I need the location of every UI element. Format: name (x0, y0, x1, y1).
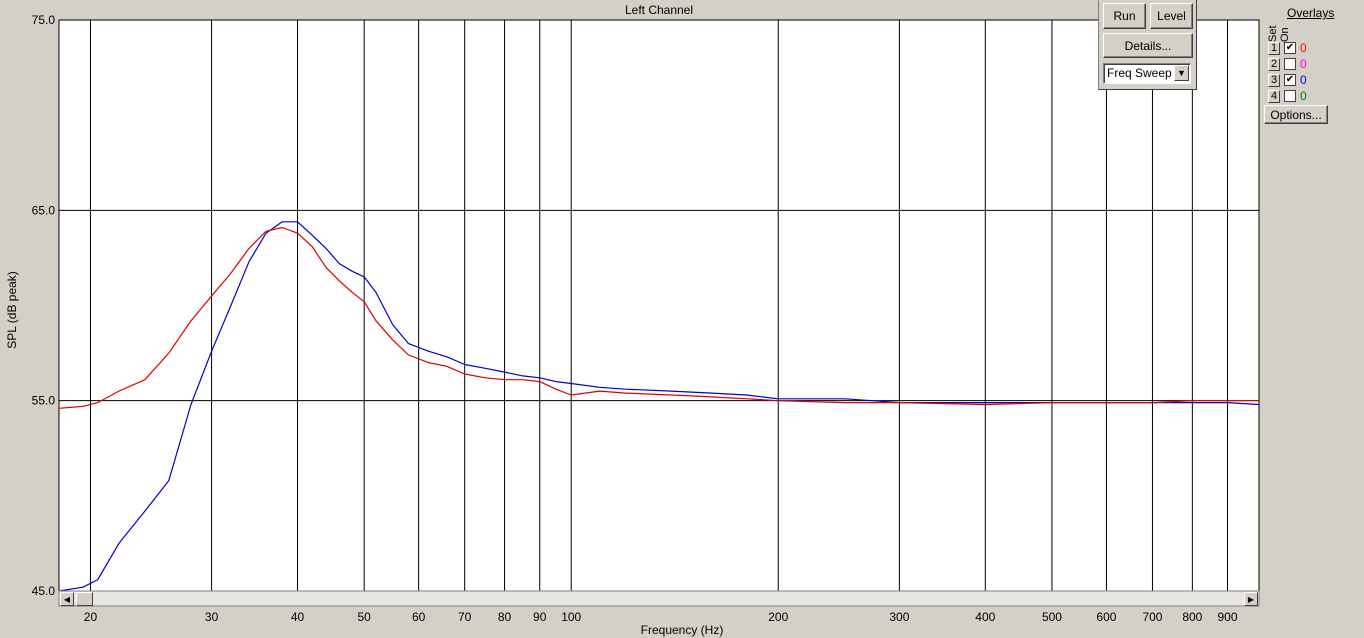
plot-area (58, 19, 1260, 592)
x-tick-label: 300 (889, 610, 909, 624)
overlay-row-2: 2 0 (1268, 57, 1328, 73)
x-tick-label: 90 (533, 610, 547, 624)
overlay-row-4: 4 0 (1268, 89, 1328, 105)
mode-select-value: Freq Sweep (1107, 66, 1172, 80)
y-tick-label: 55.0 (32, 394, 56, 408)
run-button[interactable]: Run (1103, 3, 1146, 29)
options-button[interactable]: Options... (1264, 105, 1328, 124)
overlay-set-4-button[interactable]: 4 (1268, 90, 1280, 103)
overlay-1-value: 0 (1300, 41, 1307, 55)
x-tick-label: 400 (975, 610, 995, 624)
x-tick-label: 70 (458, 610, 472, 624)
level-button[interactable]: Level (1150, 3, 1193, 29)
overlay-on-2-checkbox[interactable] (1284, 58, 1296, 70)
overlay-on-header: On (1279, 27, 1291, 42)
x-tick-label: 100 (561, 610, 581, 624)
overlay-3-value: 0 (1300, 73, 1307, 87)
overlay-row-3: 3 ✔ 0 (1268, 73, 1328, 89)
y-tick-labels: 45.0 55.0 65.0 75.0 (32, 13, 56, 598)
x-axis-label: Frequency (Hz) (641, 623, 724, 637)
horizontal-scrollbar-track[interactable] (58, 590, 1260, 607)
overlay-set-header: Set (1267, 25, 1279, 42)
x-tick-label: 20 (84, 610, 98, 624)
y-axis-label: SPL (dB peak) (5, 271, 19, 349)
overlay-set-1-button[interactable]: 1 (1268, 42, 1280, 55)
chart-title: Left Channel (625, 3, 693, 17)
x-tick-label: 900 (1218, 610, 1238, 624)
scroll-right-button[interactable]: ▶ (1244, 592, 1258, 606)
scrollbar-thumb[interactable] (76, 592, 93, 606)
x-tick-label: 80 (498, 610, 512, 624)
scroll-left-button[interactable]: ◀ (60, 592, 74, 606)
control-panel: Run Level Details... Freq Sweep ▼ (1098, 0, 1197, 90)
x-tick-label: 50 (357, 610, 371, 624)
overlay-on-4-checkbox[interactable] (1284, 90, 1296, 102)
y-tick-label: 75.0 (32, 13, 56, 27)
overlay-on-3-checkbox[interactable]: ✔ (1284, 74, 1296, 86)
y-tick-label: 65.0 (32, 203, 56, 217)
x-tick-label: 600 (1096, 610, 1116, 624)
x-tick-label: 800 (1182, 610, 1202, 624)
x-tick-label: 700 (1142, 610, 1162, 624)
overlay-4-value: 0 (1300, 89, 1307, 103)
dropdown-arrow-icon[interactable]: ▼ (1174, 65, 1189, 81)
arrow-right-icon: ▶ (1247, 594, 1255, 604)
overlay-on-1-checkbox[interactable]: ✔ (1284, 42, 1296, 54)
x-tick-labels: 20 30 40 50 60 70 80 90 100 200 300 400 500 600 700 800… (84, 610, 1238, 624)
details-button[interactable]: Details... (1103, 33, 1193, 58)
x-tick-label: 30 (205, 610, 219, 624)
overlay-set-3-button[interactable]: 3 (1268, 74, 1280, 87)
x-tick-label: 60 (412, 610, 426, 624)
overlay-set-2-button[interactable]: 2 (1268, 58, 1280, 71)
x-tick-label: 40 (291, 610, 305, 624)
arrow-left-icon: ◀ (63, 594, 71, 604)
y-tick-label: 45.0 (32, 584, 56, 598)
overlays-title: Overlays (1287, 6, 1335, 20)
overlay-row-1: 1 ✔ 0 (1268, 41, 1328, 57)
overlay-2-value: 0 (1300, 57, 1307, 71)
chart-area: 45.0 55.0 65.0 75.0 20 30 40 50 60 70 80 90 100 200 3… (5, 3, 1260, 637)
mode-select[interactable]: Freq Sweep ▼ (1103, 63, 1191, 84)
x-tick-label: 500 (1042, 610, 1062, 624)
x-tick-label: 200 (768, 610, 788, 624)
